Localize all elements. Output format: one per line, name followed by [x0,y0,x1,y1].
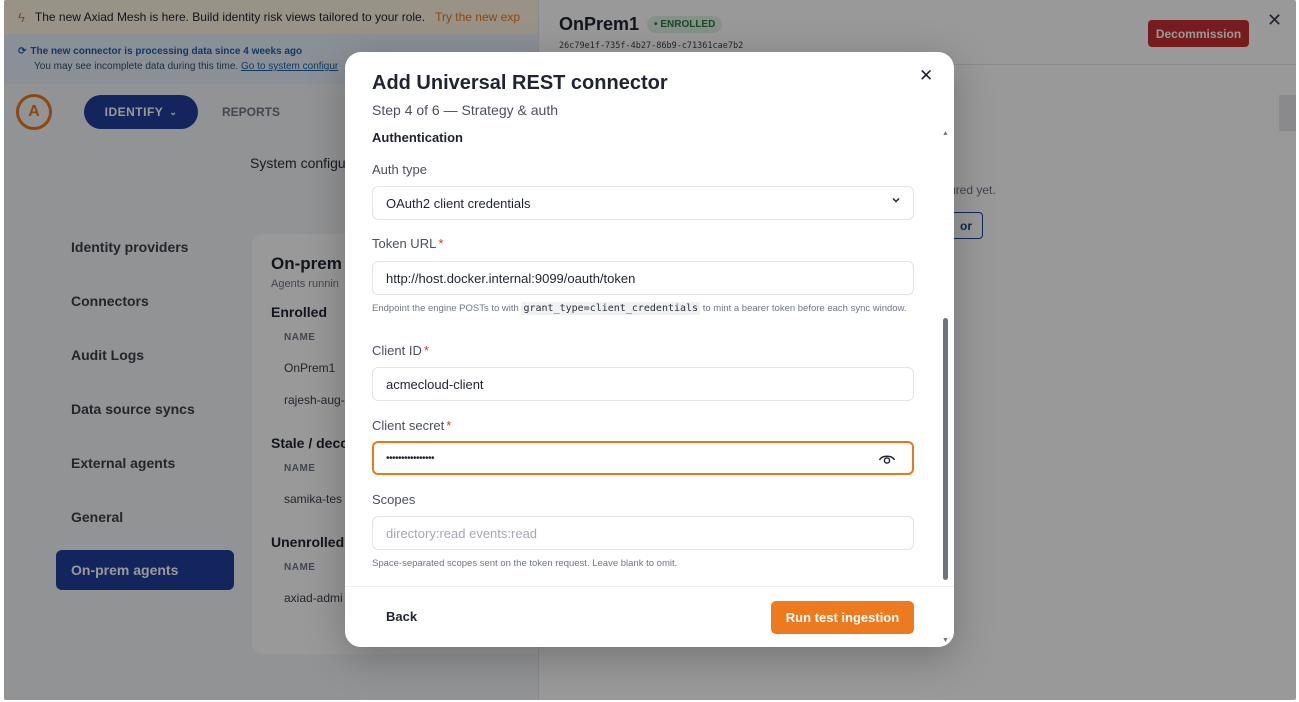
token-url-label-text: Token URL [372,236,437,251]
scopes-label-text: Scopes [372,492,416,507]
client-id-input[interactable]: acmecloud-client [372,367,914,401]
close-icon[interactable]: ✕ [919,66,933,86]
scopes-help: Space-separated scopes sent on the token… [372,558,678,569]
client-id-value: acmecloud-client [386,376,484,392]
client-secret-label-text: Client secret [372,418,445,433]
scopes-input[interactable]: directory:read events:read [372,516,914,550]
help-text: Endpoint the engine POSTs to with [372,303,519,314]
auth-type-select[interactable]: OAuth2 client credentials [372,186,914,220]
token-url-value: http://host.docker.internal:9099/oauth/t… [386,270,636,286]
scroll-up-arrow-icon[interactable]: ▲ [942,130,949,137]
auth-type-label-text: Auth type [372,162,427,177]
token-url-help: Endpoint the engine POSTs to with grant_… [372,302,912,315]
required-marker: * [423,343,429,358]
client-secret-value: •••••••••••••••• [386,452,435,464]
client-id-label: Client ID * [372,343,429,358]
chevron-down-icon [891,195,901,208]
token-url-label: Token URL * [372,236,443,251]
eye-icon[interactable] [878,452,896,469]
required-marker: * [438,236,444,251]
modal-title: Add Universal REST connector [372,72,668,94]
scroll-down-arrow-icon[interactable]: ▼ [942,637,949,644]
help-text: to mint a bearer token before each sync … [702,303,907,314]
step-indicator: Step 4 of 6 — Strategy & auth [372,102,558,118]
section-heading: Authentication [372,130,463,145]
scopes-label: Scopes [372,492,415,507]
modal-footer: Back Run test ingestion ▼ [345,586,954,647]
help-code: grant_type=client_credentials [521,302,701,315]
auth-type-label: Auth type [372,162,427,177]
client-secret-input[interactable]: •••••••••••••••• [372,441,914,475]
add-connector-modal: Add Universal REST connector Step 4 of 6… [345,52,954,647]
required-marker: * [446,418,452,433]
scopes-placeholder: directory:read events:read [386,525,538,541]
client-secret-label: Client secret * [372,418,451,433]
run-test-ingestion-button[interactable]: Run test ingestion [771,601,914,634]
modal-body[interactable]: Authentication ▲ Auth type OAuth2 client… [345,128,954,586]
scrollbar-thumb[interactable] [943,318,948,580]
client-id-label-text: Client ID [372,343,422,358]
auth-type-value: OAuth2 client credentials [386,195,531,211]
token-url-input[interactable]: http://host.docker.internal:9099/oauth/t… [372,261,914,295]
back-button[interactable]: Back [386,609,417,624]
